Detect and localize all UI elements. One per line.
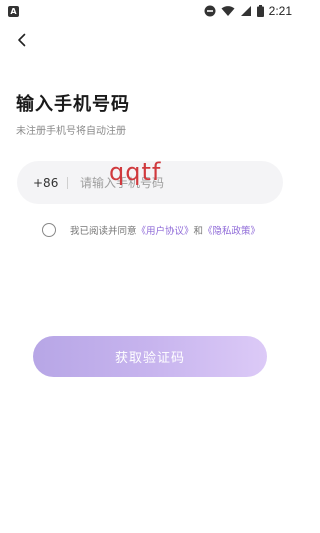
phone-input[interactable] (80, 175, 250, 190)
status-right: 2:21 (204, 4, 292, 18)
user-agreement-link[interactable]: 《用户协议》 (137, 226, 194, 237)
page-title: 输入手机号码 (16, 94, 130, 115)
wifi-icon (221, 6, 235, 16)
phone-field[interactable]: +86 (17, 161, 283, 204)
agree-checkbox[interactable] (42, 223, 56, 237)
field-divider (67, 176, 68, 189)
country-code[interactable]: +86 (33, 176, 61, 190)
agreement-text: 我已阅读并同意《用户协议》和《隐私政策》 (70, 223, 260, 237)
agreement-row: 我已阅读并同意《用户协议》和《隐私政策》 (42, 223, 260, 237)
signal-icon (240, 6, 251, 16)
back-button[interactable] (12, 30, 32, 50)
agreement-prefix: 我已阅读并同意 (70, 226, 137, 237)
status-bar: A 2:21 (0, 0, 300, 22)
get-code-button[interactable]: 获取验证码 (33, 336, 267, 377)
page-subtitle: 未注册手机号将自动注册 (16, 126, 126, 137)
do-not-disturb-icon (204, 5, 216, 17)
agreement-conjunction: 和 (193, 226, 204, 237)
app-notification-icon: A (8, 5, 19, 17)
privacy-policy-link[interactable]: 《隐私政策》 (203, 226, 260, 237)
battery-icon (256, 5, 264, 17)
status-time: 2:21 (268, 4, 292, 18)
status-left: A (8, 5, 19, 17)
chevron-left-icon (18, 33, 26, 47)
